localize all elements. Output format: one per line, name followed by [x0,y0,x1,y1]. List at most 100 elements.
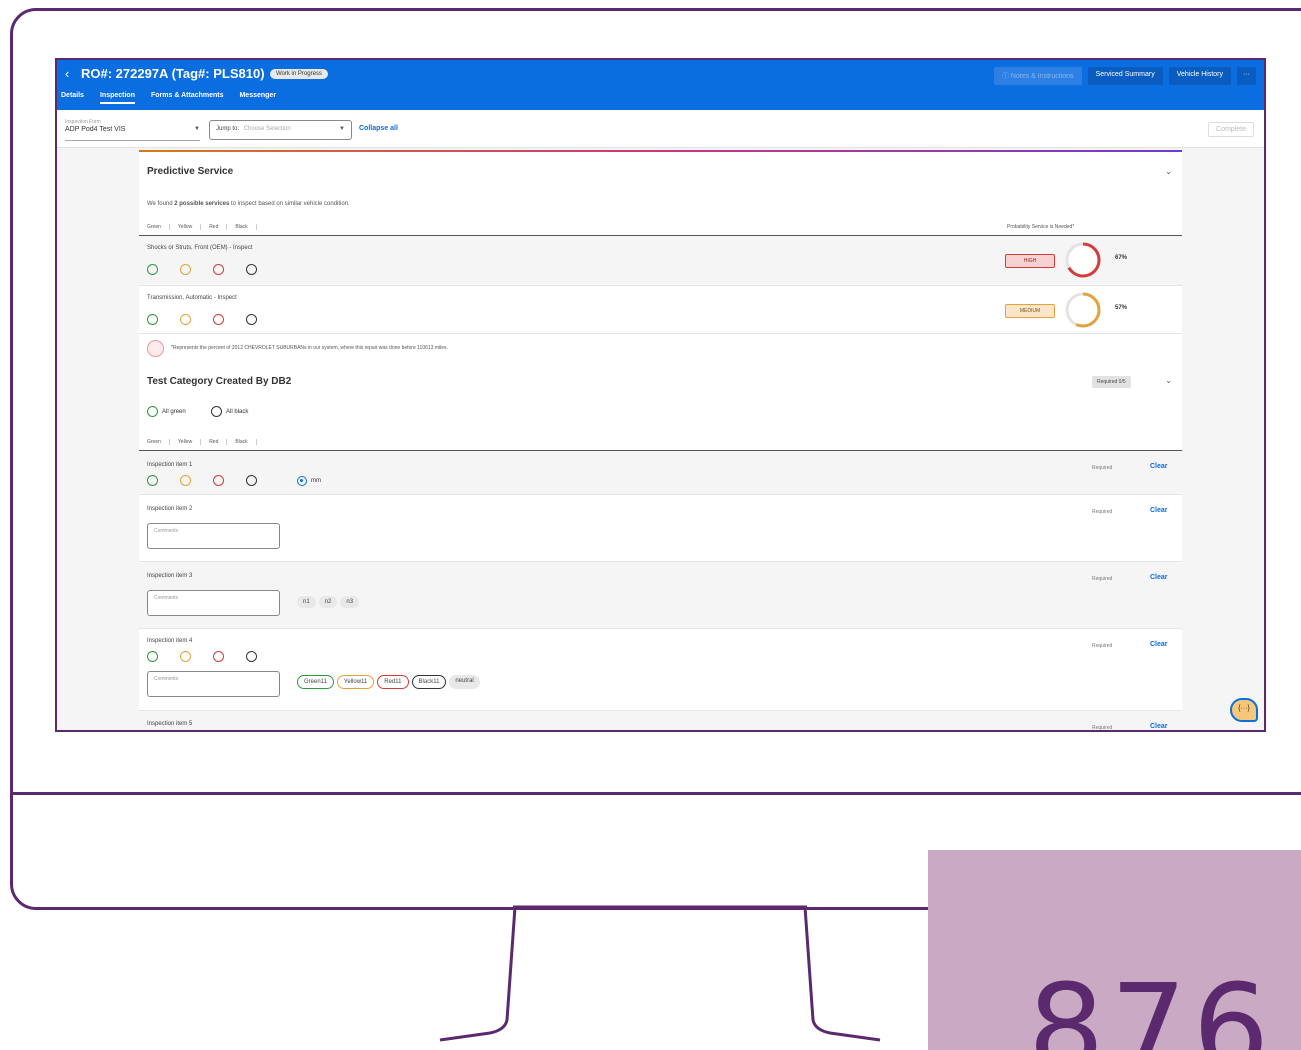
tab-bar: Details Inspection Forms & Attachments M… [61,92,276,104]
tab-details[interactable]: Details [61,92,84,104]
inspection-item-row: Inspection item 3 Comments n1 n2 n3 Requ… [139,562,1182,629]
required-label: Required [1092,465,1113,471]
probability-donut: 67% [1064,241,1127,279]
app-screen: ‹ RO#: 272297A (Tag#: PLS810) Work in Pr… [55,58,1266,732]
unit-mm-option[interactable]: mm [297,476,321,486]
jump-to-select[interactable]: Jump to: Choose Selection ▼ [209,120,352,140]
color-legend: Green Yellow Red Black [147,439,257,445]
vehicle-history-button[interactable]: Vehicle History [1168,67,1231,85]
inspection-form-value: ADP Pod4 Test VIS [65,126,126,133]
yellow-chip[interactable]: Yellow11 [336,675,375,689]
black-radio[interactable] [246,314,257,325]
predictive-item-label: Transmission, Automatic - Inspect [147,295,237,301]
required-label: Required [1092,509,1113,515]
condition-radios [147,475,257,486]
probability-percent: 57% [1114,305,1127,311]
all-green-option[interactable]: All green [147,406,186,417]
collapse-all-link[interactable]: Collapse all [359,125,398,132]
inspection-item-row: Inspection item 2 Comments Required Clea… [139,495,1182,562]
comments-input[interactable]: Comments [147,523,280,549]
status-badge: Work in Progress [270,69,328,79]
required-count-badge: Required 0/5 [1092,376,1131,388]
red-radio[interactable] [213,314,224,325]
selected-radio[interactable] [297,476,307,486]
inspection-item-row: Inspection item 1 mm Required Clear [139,451,1182,495]
inspection-form-select[interactable]: Inspection Form ADP Pod4 Test VIS ▼ [65,119,200,141]
comments-input[interactable]: Comments [147,590,280,616]
inspection-item-label: Inspection item 1 [147,462,193,468]
probability-badge: HIGH [1005,254,1055,268]
predictive-footnote: *Represents the percent of 2012 CHEVROLE… [171,345,448,351]
clear-link[interactable]: Clear [1150,641,1168,648]
probability-percent: 67% [1114,255,1127,261]
black-radio[interactable] [211,406,222,417]
all-black-option[interactable]: All black [211,406,248,417]
test-category-title: Test Category Created By DB2 [147,376,292,387]
header-actions: ⓘ Notes & Instructions Serviced Summary … [993,67,1256,85]
floating-help-button[interactable]: {···} [1230,698,1258,722]
option-chip[interactable]: n2 [318,596,338,608]
yellow-radio[interactable] [180,264,191,275]
green-radio[interactable] [147,314,158,325]
green-radio[interactable] [147,264,158,275]
clear-link[interactable]: Clear [1150,463,1168,470]
option-chips: n1 n2 n3 [297,596,362,608]
jump-to-placeholder: Choose Selection [243,126,291,132]
green-chip[interactable]: Green11 [297,675,334,689]
tab-inspection[interactable]: Inspection [99,92,135,104]
chevron-left-icon[interactable]: ‹ [65,66,69,81]
black-radio[interactable] [246,264,257,275]
black-radio[interactable] [246,475,257,486]
required-label: Required [1092,725,1113,731]
black-radio[interactable] [246,651,257,662]
comments-input[interactable]: Comments [147,671,280,697]
red-chip[interactable]: Red11 [377,675,409,689]
complete-button[interactable]: Complete [1208,122,1254,137]
tab-messenger[interactable]: Messenger [239,92,276,104]
color-legend: Green Yellow Red Black [147,224,257,230]
probability-donut: 57% [1064,291,1127,329]
inspection-content: Predictive Service ⌄ We found 2 possible… [139,150,1182,731]
more-options-button[interactable]: ··· [1237,67,1256,85]
red-radio[interactable] [213,264,224,275]
predictive-item-label: Shocks or Struts, Front (OEM) - Inspect [147,245,253,251]
page-title: RO#: 272297A (Tag#: PLS810) [81,66,265,81]
red-radio[interactable] [213,475,224,486]
notes-instructions-button[interactable]: ⓘ Notes & Instructions [993,67,1082,85]
tab-forms-attachments[interactable]: Forms & Attachments [151,92,223,104]
predictive-row: Shocks or Struts, Front (OEM) - Inspect … [139,236,1182,286]
neutral-chip[interactable]: neutral [449,675,480,689]
clear-link[interactable]: Clear [1150,507,1168,514]
serviced-summary-button[interactable]: Serviced Summary [1087,67,1163,85]
percent-info-icon [147,340,164,357]
option-chips: Green11 Yellow11 Red11 Black11 neutral [297,675,483,689]
monitor-stand [439,905,881,1042]
inspection-item-row: Inspection item 4 Comments Green11 Yello… [139,629,1182,711]
yellow-radio[interactable] [180,475,191,486]
condition-radios [147,264,257,275]
yellow-radio[interactable] [180,314,191,325]
clear-link[interactable]: Clear [1150,723,1168,730]
option-chip[interactable]: n3 [340,596,360,608]
monitor-chin-divider [10,792,1301,795]
chevron-down-icon[interactable]: ⌄ [1165,167,1172,176]
accent-block: 876 [928,850,1301,1050]
inspection-item-label: Inspection item 3 [147,573,193,579]
inspection-item-row: Inspection item 5 Required Clear [139,711,1182,731]
green-radio[interactable] [147,651,158,662]
inspection-toolbar: Inspection Form ADP Pod4 Test VIS ▼ Jump… [57,110,1264,148]
inspection-item-label: Inspection item 2 [147,506,193,512]
option-chip[interactable]: n1 [297,596,316,608]
black-chip[interactable]: Black11 [411,675,447,689]
green-radio[interactable] [147,406,158,417]
app-header: ‹ RO#: 272297A (Tag#: PLS810) Work in Pr… [57,60,1264,110]
green-radio[interactable] [147,475,158,486]
red-radio[interactable] [213,651,224,662]
yellow-radio[interactable] [180,651,191,662]
predictive-row: Transmission, Automatic - Inspect MEDIUM… [139,286,1182,334]
chevron-down-icon[interactable]: ⌄ [1165,376,1172,385]
jump-to-label: Jump to: [216,126,240,132]
condition-radios [147,314,257,325]
clear-link[interactable]: Clear [1150,574,1168,581]
probability-badge: MEDIUM [1005,304,1055,318]
